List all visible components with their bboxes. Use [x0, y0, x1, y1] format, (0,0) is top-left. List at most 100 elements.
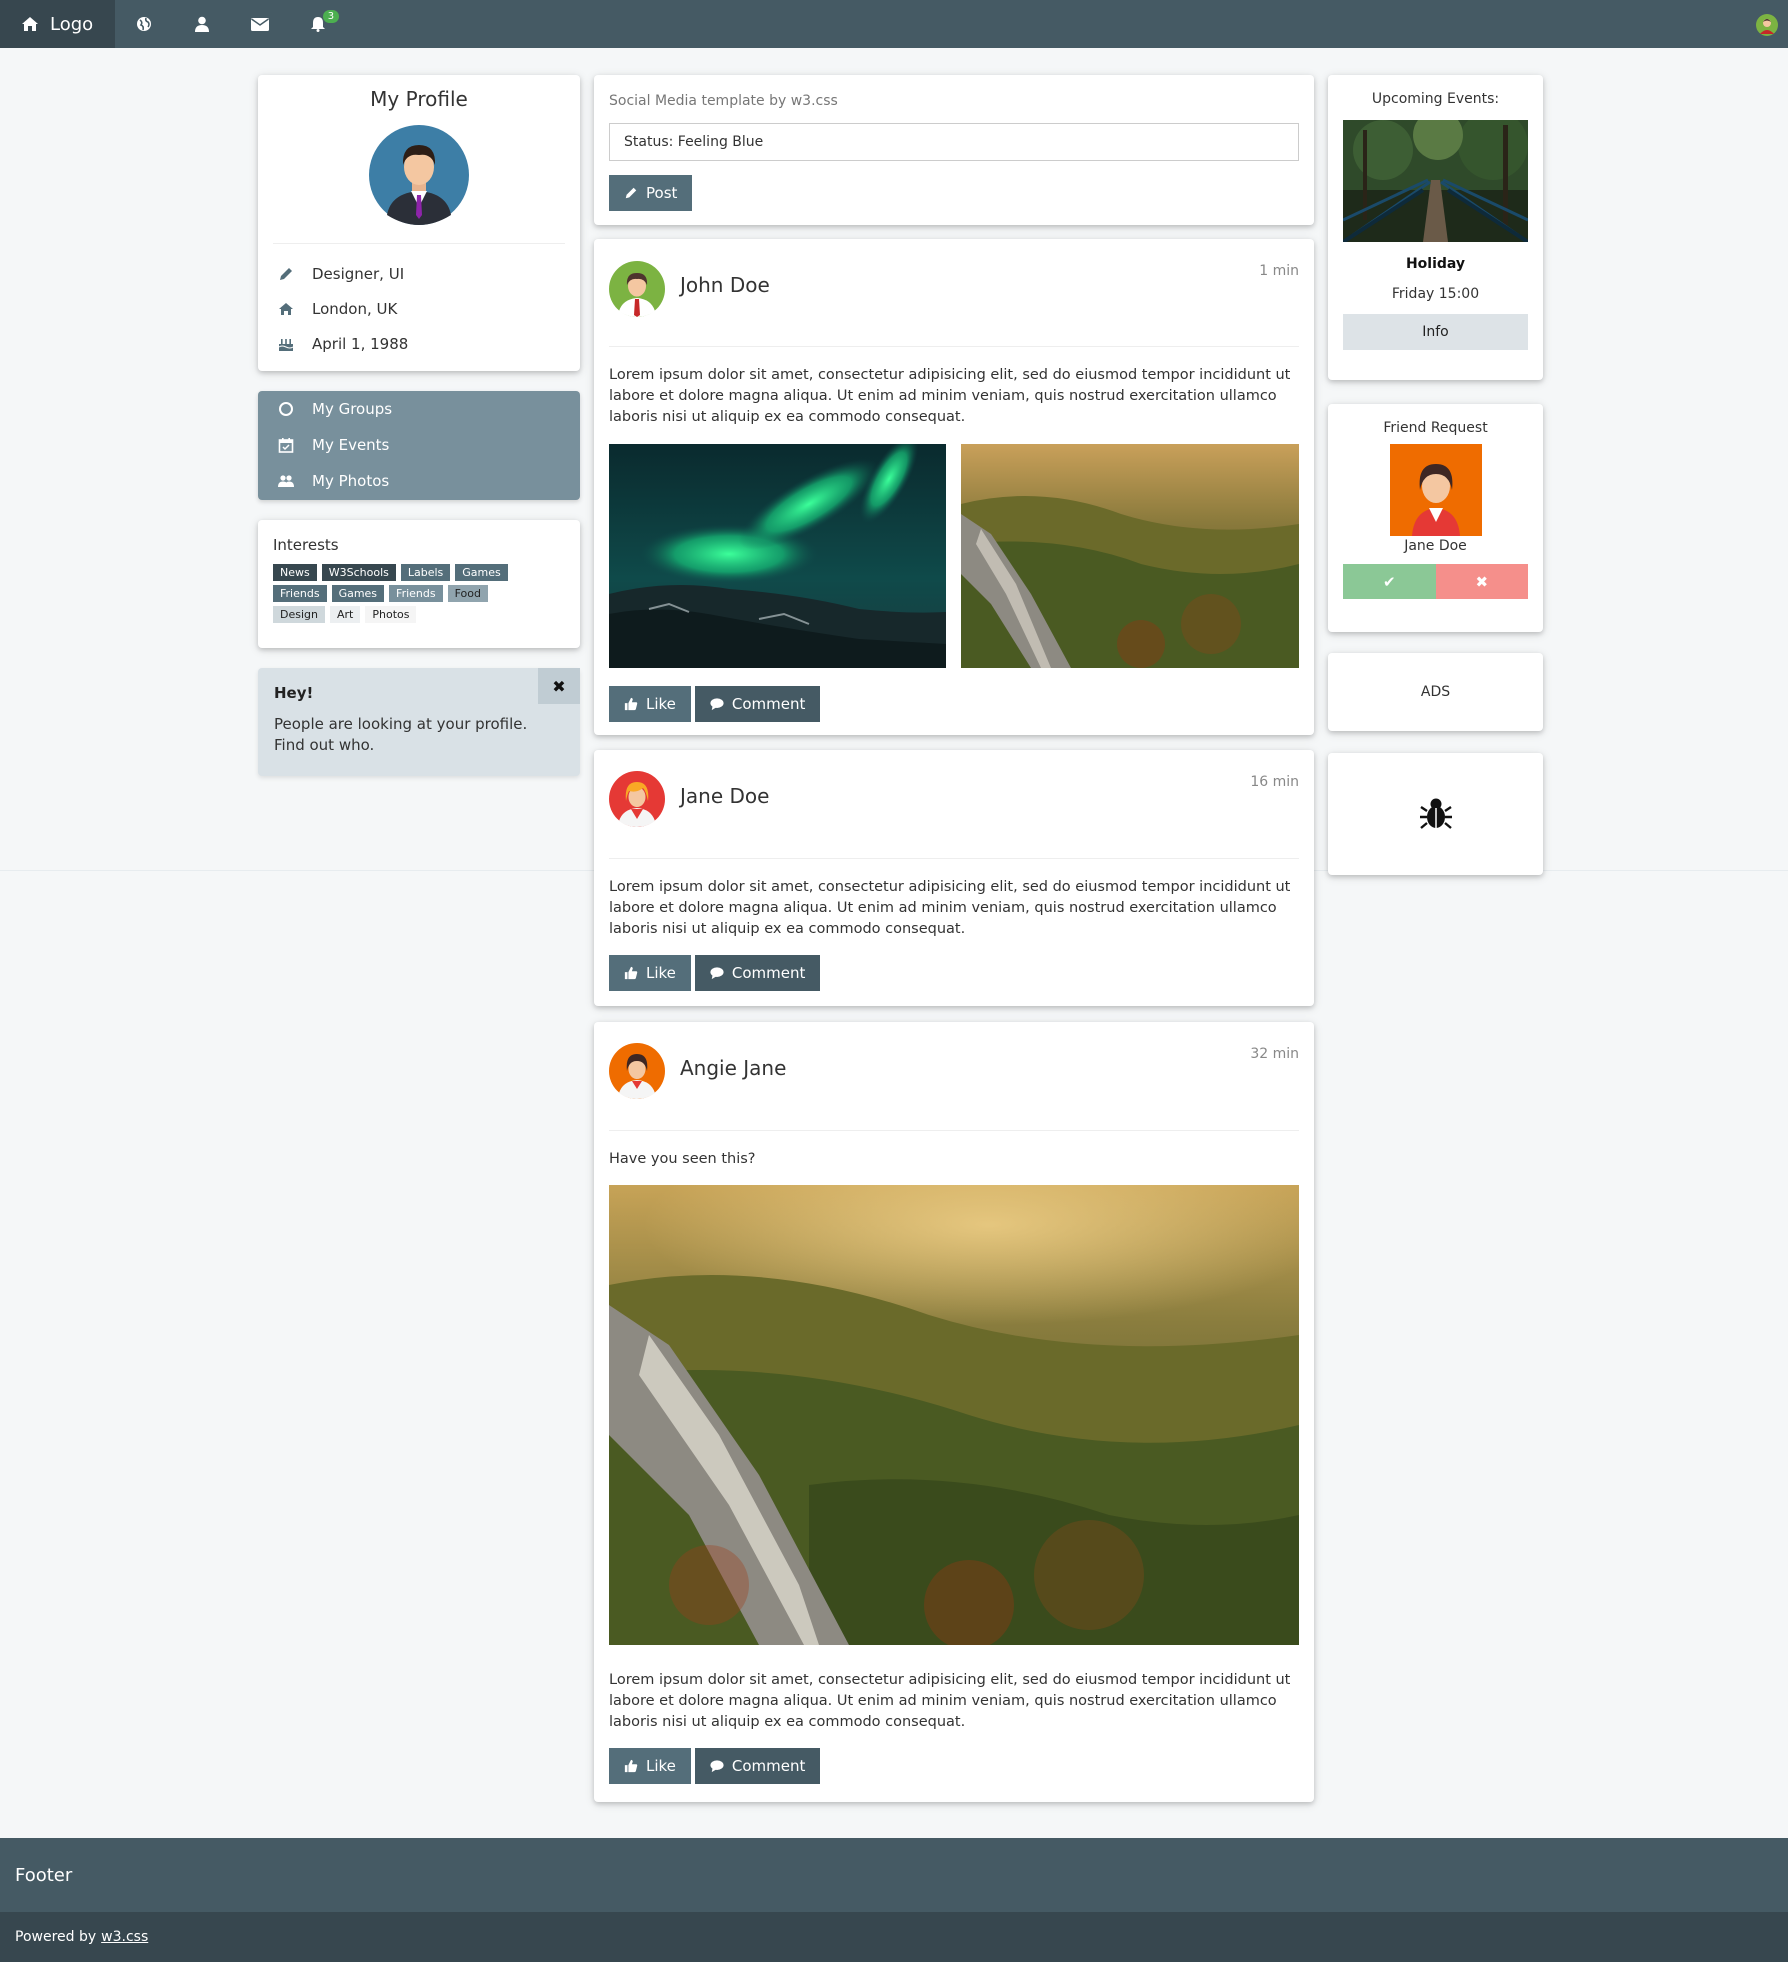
event-name: Holiday: [1405, 256, 1466, 272]
accept-button[interactable]: ✔: [1343, 564, 1436, 599]
footer-bottom: Powered by w3.css: [0, 1912, 1788, 1962]
status-heading: Social Media template by w3.css: [609, 93, 838, 109]
event-time: Friday 15:00: [1391, 286, 1480, 302]
post-text: Lorem ipsum dolor sit amet, consectetur …: [609, 1672, 1291, 1730]
post-card: Jane Doe 16 min Lorem ipsum dolor sit am…: [594, 750, 1314, 1006]
events-title: Upcoming Events:: [1371, 91, 1500, 107]
user-icon: [195, 16, 210, 32]
avatar: [369, 125, 469, 225]
post-button[interactable]: Post: [609, 175, 693, 211]
friend-request-name[interactable]: Jane Doe: [1328, 538, 1543, 554]
divider: [609, 1130, 1299, 1131]
profile-birthday: April 1, 1988: [312, 334, 409, 353]
ads-label: ADS: [1420, 684, 1451, 700]
account-link[interactable]: [173, 0, 231, 48]
post-author[interactable]: Jane Doe: [680, 784, 769, 808]
w3css-link[interactable]: w3.css: [101, 1929, 148, 1945]
comment-button[interactable]: Comment: [694, 1748, 821, 1784]
post-text: Lorem ipsum dolor sit amet, consectetur …: [609, 879, 1291, 937]
friend-request-actions: ✔ ✖: [1343, 564, 1528, 599]
comment-label: Comment: [731, 695, 806, 713]
interest-tag: Art: [329, 606, 361, 623]
divider: [609, 858, 1299, 859]
bug-card: [1328, 753, 1543, 875]
aurora-photo[interactable]: [609, 444, 946, 668]
profile-birthday-row: April 1, 1988: [258, 326, 580, 361]
users-icon: [278, 475, 294, 487]
avatar: [1756, 14, 1778, 36]
status-input[interactable]: Status: Feeling Blue: [609, 123, 1299, 161]
post-time: 16 min: [1250, 774, 1299, 790]
notifications-link[interactable]: 3: [289, 0, 347, 48]
top-navbar: Logo 3: [0, 0, 1788, 48]
pencil-icon: [280, 267, 292, 280]
menu-item-my-groups[interactable]: My Groups: [258, 391, 580, 427]
notification-badge: 3: [322, 10, 340, 23]
ads-card: ADS: [1328, 653, 1543, 731]
profile-job: Designer, UI: [312, 264, 405, 283]
like-button[interactable]: Like: [609, 1748, 691, 1784]
menu-item-label: My Photos: [312, 472, 390, 490]
status-card: Social Media template by w3.css Status: …: [594, 75, 1314, 225]
comment-button[interactable]: Comment: [694, 955, 821, 991]
like-label: Like: [646, 1757, 676, 1775]
post-card: John Doe 1 min Lorem ipsum dolor sit ame…: [594, 239, 1314, 735]
thumbs-up-icon: [624, 1759, 638, 1773]
news-link[interactable]: [115, 0, 173, 48]
like-button[interactable]: Like: [609, 686, 691, 722]
menu-item-my-photos[interactable]: My Photos: [258, 463, 580, 499]
comment-label: Comment: [731, 1757, 806, 1775]
friend-request-title: Friend Request: [1383, 420, 1488, 436]
divider: [273, 243, 565, 244]
thumbs-up-icon: [624, 697, 638, 711]
post-intro: Have you seen this?: [609, 1151, 756, 1167]
footer: Footer: [0, 1838, 1788, 1912]
comment-icon: [710, 698, 724, 711]
footer-title: Footer: [15, 1864, 73, 1886]
close-button[interactable]: ✖: [538, 668, 580, 704]
circle-icon: [279, 402, 293, 416]
comment-button[interactable]: Comment: [694, 686, 821, 722]
thumbs-up-icon: [624, 966, 638, 980]
avatar: [609, 1043, 665, 1099]
like-label: Like: [646, 964, 676, 982]
interest-tag: Photos: [365, 606, 417, 623]
home-icon: [22, 17, 38, 31]
like-button[interactable]: Like: [609, 955, 691, 991]
like-label: Like: [646, 695, 676, 713]
mountain-photo[interactable]: [609, 1185, 1299, 1645]
comment-icon: [710, 967, 724, 980]
user-avatar[interactable]: [1756, 14, 1778, 40]
interests-card: Interests News W3Schools Labels Games Fr…: [258, 520, 580, 648]
interest-tag: Friends: [389, 585, 443, 602]
post-time: 32 min: [1250, 1046, 1299, 1062]
interest-tag: Games: [331, 585, 385, 602]
avatar: [609, 261, 665, 317]
calendar-icon: [278, 438, 294, 453]
post-actions: Like Comment: [609, 1748, 821, 1784]
profile-menu: My Groups My Events My Photos: [258, 391, 580, 500]
interest-tag: Games: [455, 564, 508, 581]
mountain-photo[interactable]: [961, 444, 1299, 668]
post-time: 1 min: [1259, 263, 1299, 279]
post-author[interactable]: John Doe: [680, 273, 770, 297]
menu-item-label: My Groups: [312, 400, 393, 418]
interest-tag: W3Schools: [321, 564, 396, 581]
menu-item-label: My Events: [312, 436, 390, 454]
interest-tag: News: [273, 564, 317, 581]
post-text: Lorem ipsum dolor sit amet, consectetur …: [609, 367, 1291, 425]
profile-location: London, UK: [312, 299, 398, 318]
messages-link[interactable]: [231, 0, 289, 48]
divider: [609, 346, 1299, 347]
comment-label: Comment: [731, 964, 806, 982]
profile-card: My Profile Designer, UI London, UK April…: [258, 75, 580, 371]
logo-link[interactable]: Logo: [0, 0, 116, 48]
profile-avatar: [369, 125, 469, 225]
decline-button[interactable]: ✖: [1435, 564, 1528, 599]
post-author[interactable]: Angie Jane: [680, 1056, 786, 1080]
info-button[interactable]: Info: [1343, 314, 1528, 350]
menu-item-my-events[interactable]: My Events: [258, 427, 580, 463]
events-card: Upcoming Events: Holiday Friday 15:00 In…: [1328, 75, 1543, 380]
forest-bridge-photo[interactable]: [1343, 120, 1528, 242]
avatar: [1389, 444, 1482, 536]
